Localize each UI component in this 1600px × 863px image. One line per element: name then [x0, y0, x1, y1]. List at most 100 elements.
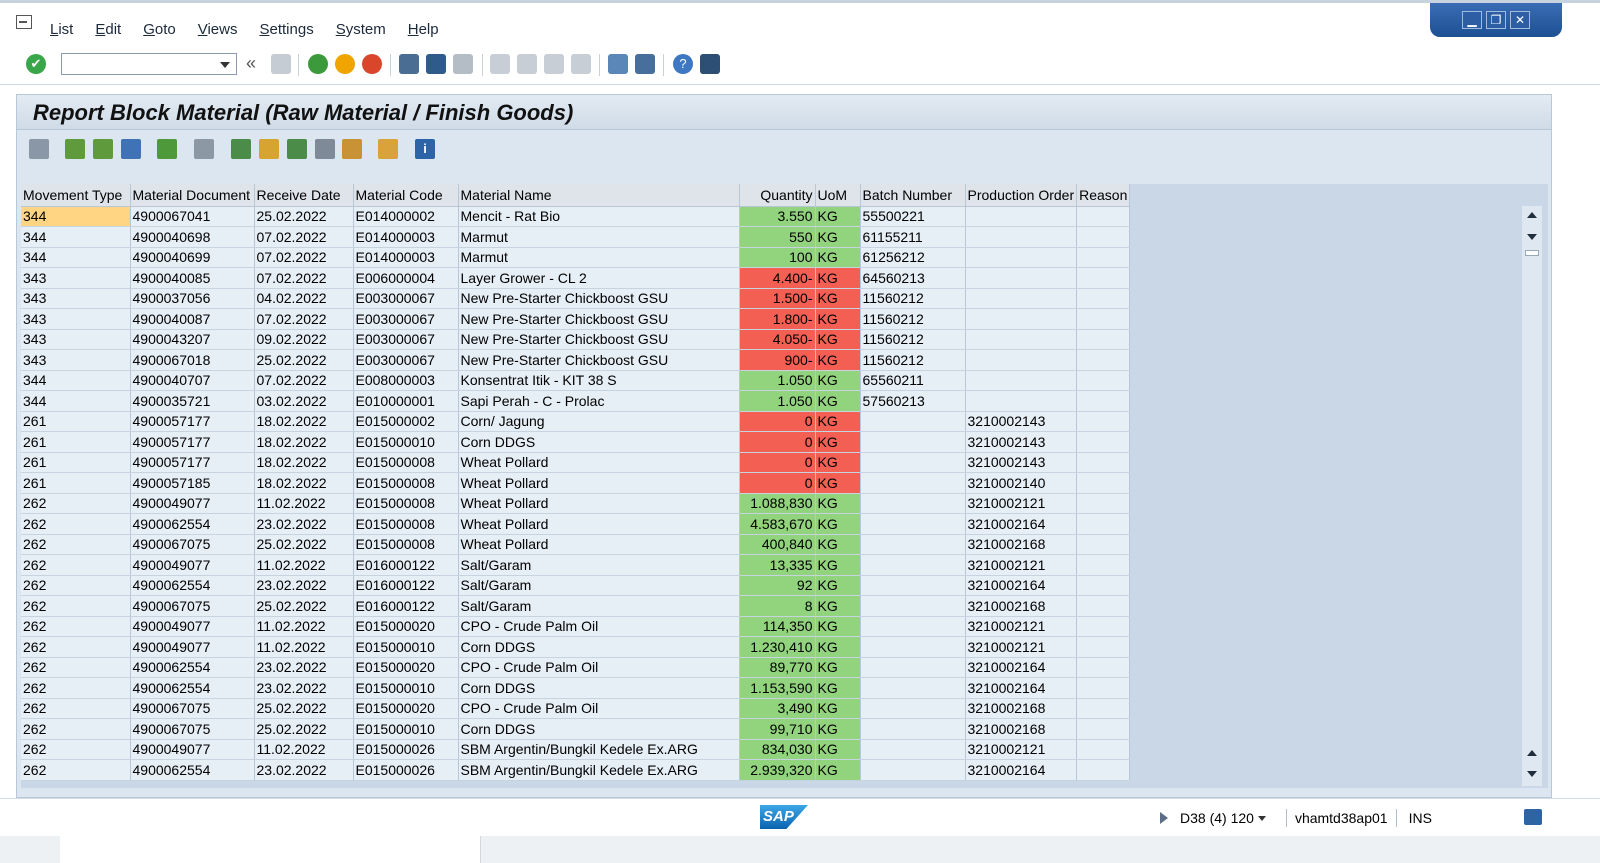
cell-name[interactable]: Salt/Garam	[458, 554, 740, 576]
expand-status-icon[interactable]	[1160, 812, 1168, 824]
cell-name[interactable]: Wheat Pollard	[458, 534, 740, 555]
cell-name[interactable]: Salt/Garam	[458, 595, 740, 617]
cell-reason[interactable]	[1076, 759, 1131, 781]
cell-reason[interactable]	[1076, 534, 1131, 555]
cell-batch[interactable]	[860, 759, 966, 781]
cell-mt[interactable]: 262	[21, 677, 131, 699]
cell-qty[interactable]: 8	[739, 595, 816, 617]
cell-reason[interactable]	[1076, 493, 1131, 514]
details-icon[interactable]	[29, 139, 49, 159]
table-row[interactable]: 343 4900040087 07.02.2022 E003000067 New Pre…	[21, 308, 1131, 330]
cell-reason[interactable]	[1076, 472, 1131, 494]
filter-icon[interactable]	[121, 139, 141, 159]
cell-qty[interactable]: 89,770	[739, 657, 816, 678]
cell-doc[interactable]: 4900035721	[130, 390, 255, 412]
cell-code[interactable]: E015000008	[353, 452, 459, 473]
cell-batch[interactable]	[860, 534, 966, 555]
cell-po[interactable]: 3210002164	[965, 575, 1078, 596]
cell-doc[interactable]: 4900040087	[130, 308, 255, 330]
header-uom[interactable]: UoM	[815, 184, 861, 207]
find-icon[interactable]	[426, 54, 446, 74]
cell-qty[interactable]: 1.050	[739, 370, 816, 391]
menu-settings[interactable]: Settings	[259, 21, 313, 38]
graphic-icon[interactable]	[342, 139, 362, 159]
cell-mt[interactable]: 262	[21, 759, 131, 781]
cell-uom[interactable]: KG	[815, 739, 861, 760]
cell-name[interactable]: Wheat Pollard	[458, 452, 740, 473]
cell-name[interactable]: Wheat Pollard	[458, 513, 740, 535]
help-icon[interactable]: ?	[673, 54, 693, 74]
export-spreadsheet-icon[interactable]	[231, 139, 251, 159]
cell-code[interactable]: E016000122	[353, 575, 459, 596]
cell-reason[interactable]	[1076, 390, 1131, 412]
cell-reason[interactable]	[1076, 677, 1131, 699]
cell-reason[interactable]	[1076, 226, 1131, 248]
cell-batch[interactable]	[860, 493, 966, 514]
cell-name[interactable]: Corn DDGS	[458, 677, 740, 699]
scroll-down-icon[interactable]	[1527, 234, 1537, 240]
cell-name[interactable]: Corn/ Jagung	[458, 411, 740, 432]
cell-name[interactable]: Salt/Garam	[458, 575, 740, 596]
cell-uom[interactable]: KG	[815, 657, 861, 678]
cell-mt[interactable]: 344	[21, 206, 131, 227]
cell-po[interactable]	[965, 288, 1078, 309]
cell-po[interactable]: 3210002168	[965, 718, 1078, 740]
cell-code[interactable]: E008000003	[353, 370, 459, 391]
menu-help[interactable]: Help	[408, 21, 439, 38]
cell-uom[interactable]: KG	[815, 472, 861, 494]
table-row[interactable]: 262 4900049077 11.02.2022 E015000020 CPO - C…	[21, 616, 1131, 637]
table-row[interactable]: 262 4900062554 23.02.2022 E015000008 Wheat P…	[21, 513, 1131, 535]
cell-uom[interactable]: KG	[815, 308, 861, 330]
table-row[interactable]: 343 4900040085 07.02.2022 E006000004 Layer G…	[21, 267, 1131, 289]
cell-code[interactable]: E014000002	[353, 206, 459, 227]
table-row[interactable]: 262 4900062554 23.02.2022 E015000020 CPO - C…	[21, 657, 1131, 678]
cell-po[interactable]: 3210002140	[965, 472, 1078, 494]
back-green-icon[interactable]	[308, 54, 328, 74]
cell-doc[interactable]: 4900040085	[130, 267, 255, 289]
cell-po[interactable]	[965, 329, 1078, 350]
cell-reason[interactable]	[1076, 349, 1131, 371]
cell-code[interactable]: E016000122	[353, 554, 459, 576]
cell-date[interactable]: 23.02.2022	[254, 575, 354, 596]
cell-mt[interactable]: 262	[21, 616, 131, 637]
cell-batch[interactable]	[860, 595, 966, 617]
cell-po[interactable]	[965, 226, 1078, 248]
cell-uom[interactable]: KG	[815, 677, 861, 699]
cell-batch[interactable]	[860, 472, 966, 494]
cell-code[interactable]: E006000004	[353, 267, 459, 289]
cell-doc[interactable]: 4900067075	[130, 698, 255, 719]
header-material-document[interactable]: Material Document	[130, 184, 255, 207]
cell-qty[interactable]: 99,710	[739, 718, 816, 740]
header-receive-date[interactable]: Receive Date	[254, 184, 354, 207]
cell-doc[interactable]: 4900067075	[130, 718, 255, 740]
cell-po[interactable]	[965, 267, 1078, 289]
cell-mt[interactable]: 344	[21, 226, 131, 248]
cell-code[interactable]: E010000001	[353, 390, 459, 412]
sort-ascending-icon[interactable]	[65, 139, 85, 159]
cell-reason[interactable]	[1076, 636, 1131, 658]
cell-uom[interactable]: KG	[815, 370, 861, 391]
table-row[interactable]: 262 4900049077 11.02.2022 E015000026 SBM Arg…	[21, 739, 1131, 760]
cell-mt[interactable]: 344	[21, 247, 131, 268]
cell-code[interactable]: E003000067	[353, 288, 459, 309]
header-material-name[interactable]: Material Name	[458, 184, 740, 207]
command-field-dropdown-icon[interactable]	[220, 62, 230, 68]
cell-qty[interactable]: 834,030	[739, 739, 816, 760]
cell-mt[interactable]: 262	[21, 493, 131, 514]
cell-qty[interactable]: 13,335	[739, 554, 816, 576]
cell-code[interactable]: E015000026	[353, 739, 459, 760]
abc-analysis-icon[interactable]	[315, 139, 335, 159]
cell-reason[interactable]	[1076, 739, 1131, 760]
cell-name[interactable]: SBM Argentin/Bungkil Kedele Ex.ARG	[458, 739, 740, 760]
table-row[interactable]: 344 4900067041 25.02.2022 E014000002 Mencit …	[21, 206, 1131, 227]
cell-doc[interactable]: 4900040699	[130, 247, 255, 268]
restore-button[interactable]: ❐	[1486, 11, 1506, 29]
cell-mt[interactable]: 262	[21, 657, 131, 678]
page-up-icon[interactable]	[1527, 750, 1537, 756]
cell-batch[interactable]: 57560213	[860, 390, 966, 412]
last-page-icon[interactable]	[571, 54, 591, 74]
cell-batch[interactable]: 61256212	[860, 247, 966, 268]
previous-page-icon[interactable]	[517, 54, 537, 74]
cell-qty[interactable]: 4.583,670	[739, 513, 816, 535]
cell-batch[interactable]	[860, 636, 966, 658]
